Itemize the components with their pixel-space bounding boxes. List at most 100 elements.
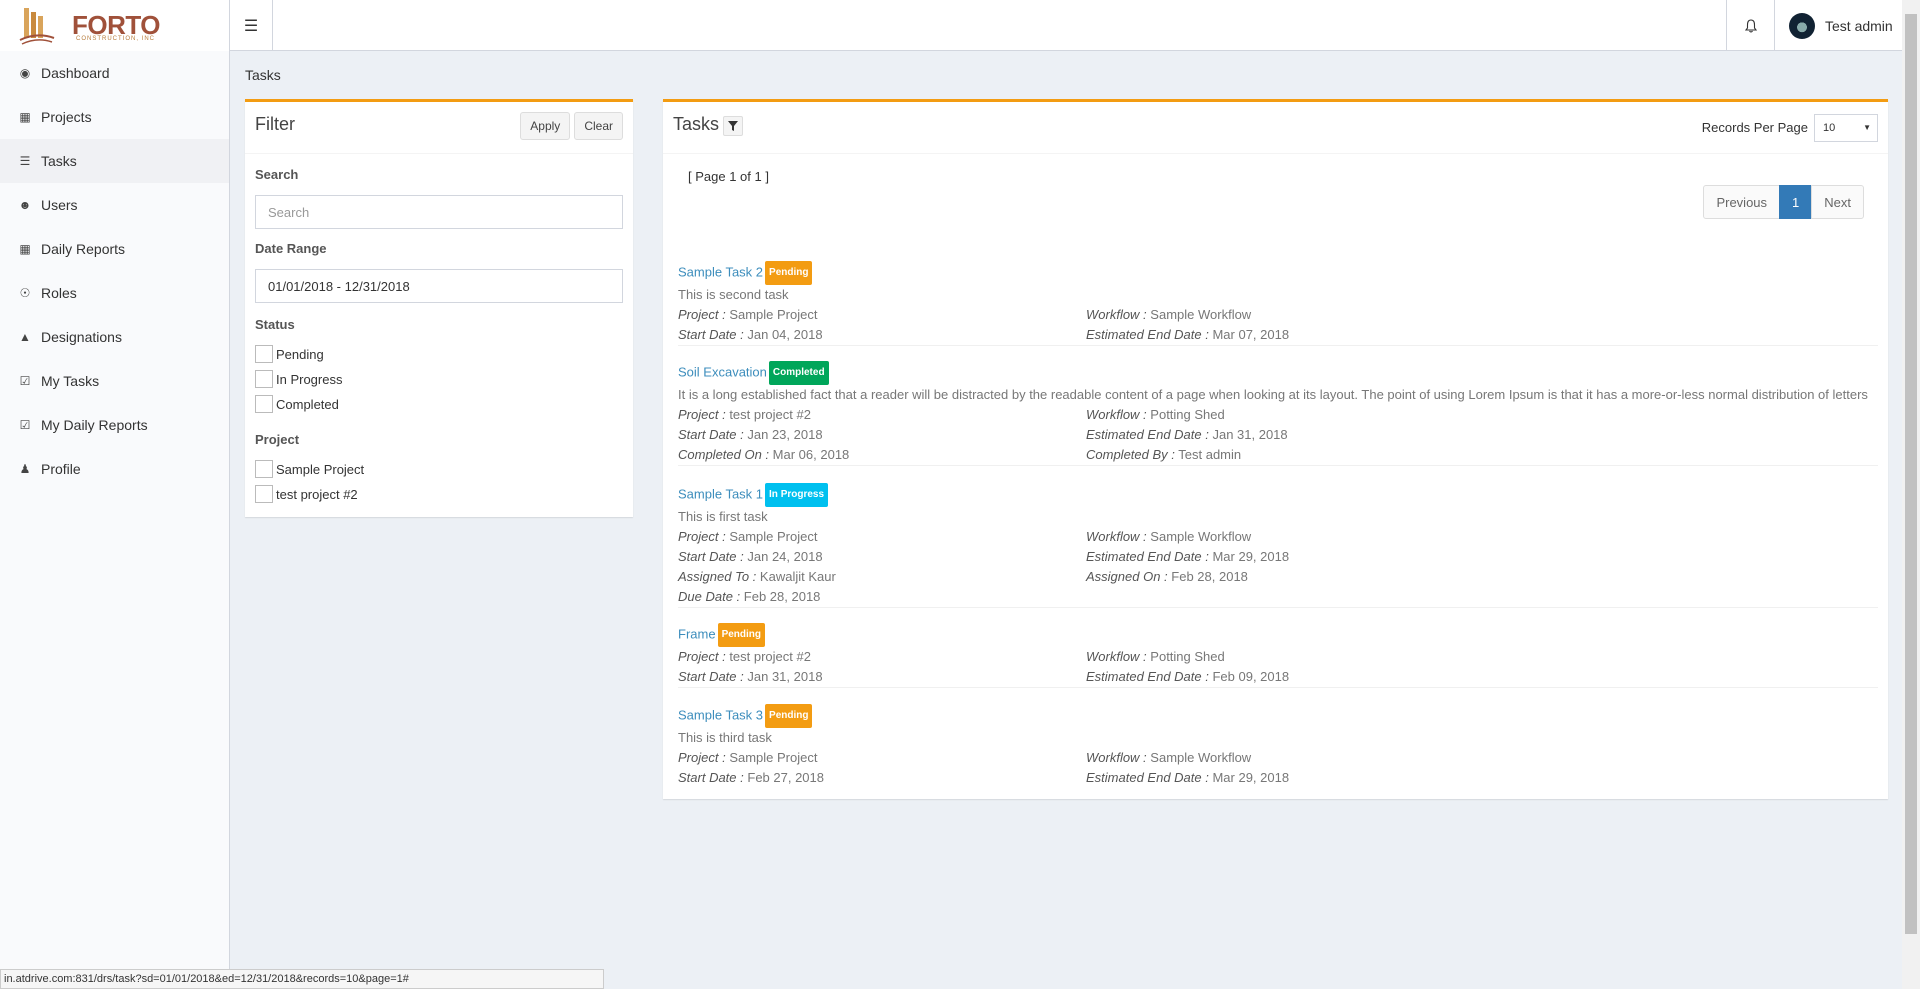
- sidebar-item-users[interactable]: ☻ Users: [0, 183, 229, 227]
- status-option-completed[interactable]: Completed: [255, 395, 339, 413]
- task-detail: Start Date : Jan 04, 2018: [678, 325, 823, 345]
- graduation-cap-icon: ▲: [19, 330, 31, 344]
- task-detail-row: Assigned To : Kawaljit Kaur Assigned On :…: [678, 567, 1878, 587]
- task-detail-label: Start Date :: [678, 669, 744, 684]
- task-detail: Estimated End Date : Mar 07, 2018: [1086, 325, 1289, 345]
- status-option-label: Completed: [276, 396, 339, 412]
- task-detail-label: Workflow :: [1086, 649, 1147, 664]
- task-detail-value: Mar 06, 2018: [772, 447, 850, 462]
- task-description: This is third task: [678, 730, 772, 745]
- page-scrollbar[interactable]: [1902, 0, 1920, 989]
- task-item: Frame Pending Project : test project #2 Wor…: [678, 623, 1878, 688]
- checkbox[interactable]: [255, 485, 273, 503]
- checkbox[interactable]: [255, 395, 273, 413]
- page-1-button[interactable]: 1: [1779, 185, 1813, 219]
- project-option-test-project-2[interactable]: test project #2: [255, 485, 358, 503]
- sidebar-item-daily-reports[interactable]: ▦ Daily Reports: [0, 227, 229, 271]
- apply-button[interactable]: Apply: [520, 112, 571, 140]
- notifications-button[interactable]: [1726, 0, 1774, 51]
- task-link[interactable]: Frame: [678, 626, 716, 641]
- user-menu[interactable]: Test admin: [1774, 0, 1902, 51]
- status-option-in-progress[interactable]: In Progress: [255, 370, 342, 388]
- sidebar-item-roles[interactable]: ☉ Roles: [0, 271, 229, 315]
- task-detail-value: Sample Project: [729, 529, 818, 544]
- task-title-row: Sample Task 2 Pending: [678, 261, 1878, 285]
- task-detail-label: Workflow :: [1086, 307, 1147, 322]
- scrollbar-thumb[interactable]: [1905, 14, 1917, 934]
- task-link[interactable]: Sample Task 2: [678, 264, 763, 279]
- task-item: Sample Task 2 Pending This is second task P…: [678, 261, 1878, 346]
- task-link[interactable]: Sample Task 1: [678, 486, 763, 501]
- sidebar-item-label: Roles: [41, 285, 77, 301]
- task-detail: Project : Sample Project: [678, 527, 817, 547]
- previous-page-button[interactable]: Previous: [1703, 185, 1781, 219]
- sidebar-item-tasks[interactable]: ☰ Tasks: [0, 139, 229, 183]
- task-detail-label: Start Date :: [678, 427, 744, 442]
- search-input[interactable]: Search: [255, 195, 623, 229]
- checkbox[interactable]: [255, 460, 273, 478]
- sidebar-item-label: Profile: [41, 461, 81, 477]
- records-per-page-select[interactable]: 10 ▼: [1814, 114, 1878, 142]
- task-link[interactable]: Sample Task 3: [678, 707, 763, 722]
- task-detail-label: Estimated End Date :: [1086, 669, 1209, 684]
- sidebar-item-my-daily-reports[interactable]: ☑ My Daily Reports: [0, 403, 229, 447]
- task-detail-label: Completed By :: [1086, 447, 1175, 462]
- task-detail-value: Sample Workflow: [1150, 307, 1252, 322]
- task-detail: Estimated End Date : Feb 09, 2018: [1086, 667, 1289, 687]
- task-description: This is first task: [678, 509, 768, 524]
- filter-icon: [728, 121, 738, 131]
- task-detail-value: Jan 04, 2018: [747, 327, 823, 342]
- task-detail-row: Project : Sample Project Workflow : Sampl…: [678, 527, 1878, 547]
- task-detail-row: Start Date : Jan 31, 2018 Estimated End D…: [678, 667, 1878, 687]
- task-detail-value: Jan 31, 2018: [1212, 427, 1288, 442]
- sidebar: ◉ Dashboard ▦ Projects ☰ Tasks ☻ Users ▦…: [0, 51, 230, 989]
- task-detail: Project : Sample Project: [678, 305, 817, 325]
- sidebar-item-my-tasks[interactable]: ☑ My Tasks: [0, 359, 229, 403]
- task-detail: Start Date : Jan 24, 2018: [678, 547, 823, 567]
- task-detail: Workflow : Sample Workflow: [1086, 527, 1251, 547]
- hamburger-icon: ☰: [243, 17, 259, 35]
- user-circle-icon: ☉: [19, 286, 31, 300]
- sidebar-item-label: Designations: [41, 329, 122, 345]
- checkbox[interactable]: [255, 370, 273, 388]
- project-option-sample-project[interactable]: Sample Project: [255, 460, 364, 478]
- task-detail-value: Feb 28, 2018: [743, 589, 821, 604]
- sidebar-item-projects[interactable]: ▦ Projects: [0, 95, 229, 139]
- checkbox[interactable]: [255, 345, 273, 363]
- task-item: Sample Task 3 Pending This is third task Pr…: [678, 704, 1878, 788]
- filter-panel-header: Filter Apply Clear: [245, 102, 633, 154]
- task-detail: Start Date : Feb 27, 2018: [678, 768, 824, 788]
- task-title-row: Sample Task 1 In Progress: [678, 483, 1878, 507]
- date-range-label: Date Range: [255, 241, 327, 256]
- task-detail: Workflow : Potting Shed: [1086, 405, 1225, 425]
- calendar-icon: ▦: [19, 242, 31, 256]
- sidebar-item-label: Tasks: [41, 153, 77, 169]
- task-detail: Completed By : Test admin: [1086, 445, 1241, 465]
- tasks-icon: ☰: [19, 154, 31, 168]
- sidebar-item-dashboard[interactable]: ◉ Dashboard: [0, 51, 229, 95]
- user-icon: ♟: [19, 462, 31, 476]
- task-detail-value: Sample Workflow: [1150, 750, 1252, 765]
- sidebar-item-profile[interactable]: ♟ Profile: [0, 447, 229, 491]
- task-detail-value: Feb 27, 2018: [747, 770, 824, 785]
- task-detail-label: Project :: [678, 407, 726, 422]
- task-detail-value: Sample Project: [729, 307, 818, 322]
- check-square-icon: ☑: [19, 374, 31, 388]
- task-detail-row: Start Date : Jan 04, 2018 Estimated End D…: [678, 325, 1878, 345]
- brand-logo[interactable]: FORTO CONSTRUCTION, INC: [0, 0, 230, 51]
- status-option-pending[interactable]: Pending: [255, 345, 324, 363]
- task-detail-label: Completed On :: [678, 447, 770, 462]
- task-item: Soil Excavation Completed It is a long est…: [678, 361, 1878, 466]
- task-detail-row: Project : test project #2 Workflow : Pott…: [678, 405, 1878, 425]
- user-name: Test admin: [1825, 17, 1893, 34]
- next-page-button[interactable]: Next: [1811, 185, 1864, 219]
- date-range-input[interactable]: 01/01/2018 - 12/31/2018: [255, 269, 623, 303]
- status-badge: Pending: [717, 623, 766, 647]
- sidebar-toggle-button[interactable]: ☰: [230, 0, 273, 51]
- task-detail-value: Mar 29, 2018: [1212, 549, 1290, 564]
- sidebar-item-designations[interactable]: ▲ Designations: [0, 315, 229, 359]
- task-item: Sample Task 1 In Progress This is first ta…: [678, 483, 1878, 608]
- clear-button[interactable]: Clear: [574, 112, 623, 140]
- filter-toggle-button[interactable]: [723, 116, 743, 136]
- task-link[interactable]: Soil Excavation: [678, 364, 767, 379]
